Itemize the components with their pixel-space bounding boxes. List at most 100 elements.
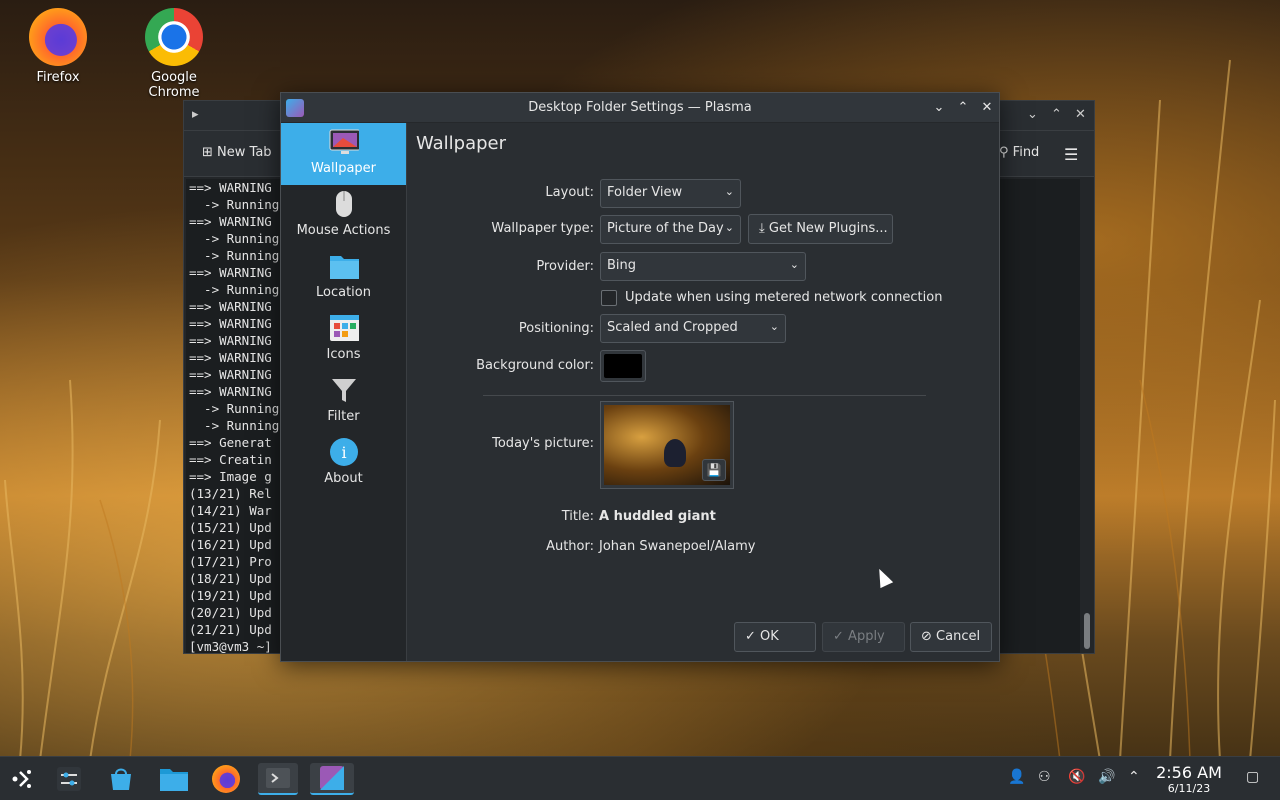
chrome-icon <box>145 8 203 66</box>
terminal-icon <box>266 768 290 788</box>
metered-label: Update when using metered network connec… <box>625 290 943 305</box>
clock-date: 6/11/23 <box>1167 782 1211 795</box>
cancel-button[interactable]: ⊘ Cancel <box>910 622 992 652</box>
sidebar-item-location[interactable]: Location <box>281 247 406 309</box>
close-icon[interactable]: ✕ <box>977 98 997 118</box>
user-switch-icon[interactable]: ⚇ <box>1038 769 1051 785</box>
icons-icon <box>329 313 359 343</box>
ok-label: OK <box>760 629 779 644</box>
firefox-icon <box>212 765 240 793</box>
metered-checkbox[interactable] <box>601 290 617 306</box>
plasma-app-icon <box>320 766 344 790</box>
plasma-settings-taskbar-item[interactable] <box>310 763 354 795</box>
find-label: Find <box>1012 145 1040 160</box>
chevron-down-icon: ⌄ <box>789 258 799 271</box>
cancel-label: Cancel <box>936 629 981 644</box>
sidebar-item-wallpaper[interactable]: Wallpaper <box>281 123 406 185</box>
minimize-icon[interactable]: ⌄ <box>1027 107 1038 122</box>
new-tab-label: New Tab <box>217 145 272 160</box>
download-icon: ⤓ <box>759 221 765 236</box>
author-value: Johan Swanepoel/Alamy <box>599 539 756 554</box>
author-label: Author: <box>546 539 594 554</box>
separator <box>483 395 926 396</box>
mic-muted-icon[interactable]: 🔇 <box>1068 769 1085 785</box>
terminal-app-icon: ▸ <box>192 107 199 122</box>
desktop-icon-label: Google Chrome <box>148 70 200 100</box>
sidebar-item-label: Mouse Actions <box>296 223 391 238</box>
maximize-icon[interactable]: ⌃ <box>1051 107 1062 122</box>
get-new-plugins-button[interactable]: ⤓ Get New Plugins... <box>748 214 893 244</box>
firefox-taskbar-icon[interactable] <box>210 763 242 795</box>
wallpaper-type-label: Wallpaper type: <box>491 221 594 236</box>
ok-button[interactable]: ✓ OK <box>734 622 816 652</box>
cancel-icon: ⊘ <box>921 629 932 644</box>
apply-label: Apply <box>848 629 885 644</box>
terminal-scrollbar[interactable] <box>1084 613 1090 649</box>
filter-icon <box>329 375 359 405</box>
discover-store-icon[interactable] <box>105 763 137 795</box>
user-icon[interactable]: 👤 <box>1008 769 1025 785</box>
desktop-icon-label: Firefox <box>36 70 80 85</box>
positioning-label: Positioning: <box>518 321 594 336</box>
dialog-titlebar[interactable]: Desktop Folder Settings — Plasma ⌄ ⌃ ✕ <box>281 93 999 123</box>
positioning-value: Scaled and Cropped <box>607 320 738 335</box>
close-icon[interactable]: ✕ <box>1075 107 1086 122</box>
chevron-down-icon: ⌄ <box>724 185 734 198</box>
system-settings-icon[interactable] <box>53 763 85 795</box>
sidebar-item-label: Filter <box>327 409 360 424</box>
background-color-button[interactable] <box>600 350 646 382</box>
maximize-icon[interactable]: ⌃ <box>953 98 973 118</box>
picture-preview: 💾 <box>604 405 730 485</box>
provider-label: Provider: <box>536 259 594 274</box>
layout-value: Folder View <box>607 185 683 200</box>
settings-content: Wallpaper Layout: Folder View ⌄ Wallpape… <box>408 123 999 661</box>
provider-value: Bing <box>607 258 637 273</box>
sidebar-item-mouse-actions[interactable]: Mouse Actions <box>281 185 406 247</box>
checkmark-icon: ✓ <box>745 629 756 644</box>
search-icon: ⚲ <box>999 145 1009 160</box>
wallpaper-type-select[interactable]: Picture of the Day ⌄ <box>600 215 741 244</box>
provider-select[interactable]: Bing ⌄ <box>600 252 806 281</box>
hamburger-menu-icon[interactable]: ☰ <box>1064 145 1078 164</box>
bird-silhouette <box>664 439 686 467</box>
chevron-up-icon[interactable]: ⌃ <box>1128 769 1140 785</box>
terminal-taskbar-item[interactable] <box>258 763 298 795</box>
folder-icon <box>329 251 359 281</box>
color-swatch <box>604 354 642 378</box>
sidebar-item-filter[interactable]: Filter <box>281 371 406 433</box>
settings-sidebar: Wallpaper Mouse Actions Location Icons F… <box>281 123 407 661</box>
firefox-icon <box>29 8 87 66</box>
todays-picture-thumbnail[interactable]: 💾 <box>600 401 734 489</box>
wallpaper-type-value: Picture of the Day <box>607 221 724 236</box>
file-manager-icon[interactable] <box>158 763 190 795</box>
clock-time: 2:56 AM <box>1156 763 1222 782</box>
desktop-icon-firefox[interactable]: Firefox <box>8 0 108 85</box>
chevron-down-icon: ⌄ <box>724 221 734 234</box>
layout-select[interactable]: Folder View ⌄ <box>600 179 741 208</box>
volume-icon[interactable]: 🔊 <box>1098 769 1115 785</box>
clock[interactable]: 2:56 AM 6/11/23 <box>1150 763 1228 795</box>
svg-text:i: i <box>341 443 346 462</box>
layout-label: Layout: <box>545 185 594 200</box>
app-launcher-icon[interactable] <box>6 763 38 795</box>
mouse-icon <box>329 189 359 219</box>
find-button[interactable]: ⚲ Find <box>999 145 1039 160</box>
show-desktop-icon[interactable]: ▢ <box>1246 769 1259 785</box>
sidebar-item-icons[interactable]: Icons <box>281 309 406 371</box>
checkmark-icon: ✓ <box>833 629 844 644</box>
save-icon[interactable]: 💾 <box>702 459 726 481</box>
background-color-label: Background color: <box>476 358 594 373</box>
new-tab-icon: ⊞ <box>202 145 213 160</box>
todays-picture-label: Today's picture: <box>492 436 594 451</box>
info-icon: i <box>329 437 359 467</box>
positioning-select[interactable]: Scaled and Cropped ⌄ <box>600 314 786 343</box>
sidebar-item-label: Wallpaper <box>310 161 377 176</box>
sidebar-item-label: About <box>324 471 363 486</box>
new-tab-button[interactable]: ⊞ New Tab <box>202 145 272 160</box>
desktop-icon-chrome[interactable]: Google Chrome <box>124 0 224 100</box>
minimize-icon[interactable]: ⌄ <box>929 98 949 118</box>
page-title: Wallpaper <box>416 133 507 154</box>
sidebar-item-about[interactable]: i About <box>281 433 406 495</box>
apply-button[interactable]: ✓ Apply <box>822 622 905 652</box>
settings-dialog: Desktop Folder Settings — Plasma ⌄ ⌃ ✕ W… <box>280 92 1000 662</box>
